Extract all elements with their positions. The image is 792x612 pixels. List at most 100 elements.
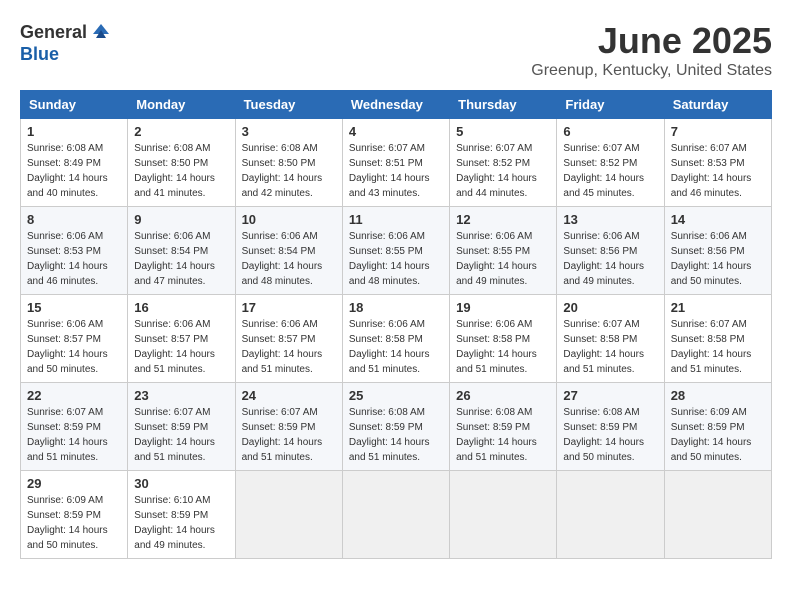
calendar-cell: 13Sunrise: 6:06 AMSunset: 8:56 PMDayligh…	[557, 207, 664, 295]
day-info: Sunrise: 6:06 AMSunset: 8:57 PMDaylight:…	[27, 317, 121, 377]
day-info: Sunrise: 6:06 AMSunset: 8:54 PMDaylight:…	[134, 229, 228, 289]
calendar-cell: 26 Sunrise: 6:08 AMSunset: 8:59 PMDayligh…	[450, 383, 557, 471]
day-info: Sunrise: 6:08 AMSunset: 8:50 PMDaylight:…	[134, 141, 228, 201]
day-info: Sunrise: 6:08 AMSunset: 8:50 PMDaylight:…	[242, 141, 336, 201]
day-number: 5	[456, 124, 550, 139]
day-number: 18	[349, 300, 443, 315]
week-row-5: 29 Sunrise: 6:09 AMSunset: 8:59 PMDayligh…	[21, 471, 772, 559]
day-number: 15	[27, 300, 121, 315]
day-info: Sunrise: 6:08 AMSunset: 8:49 PMDaylight:…	[27, 141, 121, 201]
day-number: 2	[134, 124, 228, 139]
calendar-cell: 24 Sunrise: 6:07 AMSunset: 8:59 PMDayligh…	[235, 383, 342, 471]
day-number: 24	[242, 388, 336, 403]
day-number: 12	[456, 212, 550, 227]
day-info: Sunrise: 6:10 AMSunset: 8:59 PMDaylight:…	[134, 493, 228, 553]
logo-blue: Blue	[20, 44, 59, 65]
month-title: June 2025	[531, 20, 772, 62]
day-number: 16	[134, 300, 228, 315]
location-title: Greenup, Kentucky, United States	[531, 62, 772, 80]
day-number: 11	[349, 212, 443, 227]
day-info: Sunrise: 6:08 AMSunset: 8:59 PMDaylight:…	[456, 405, 550, 465]
day-number: 28	[671, 388, 765, 403]
day-info: Sunrise: 6:06 AMSunset: 8:57 PMDaylight:…	[242, 317, 336, 377]
page-header: General Blue June 2025 Greenup, Kentucky…	[20, 20, 772, 80]
day-number: 6	[563, 124, 657, 139]
week-row-1: 1 Sunrise: 6:08 AMSunset: 8:49 PMDaylight…	[21, 119, 772, 207]
day-number: 14	[671, 212, 765, 227]
weekday-header-wednesday: Wednesday	[342, 91, 449, 119]
day-info: Sunrise: 6:06 AMSunset: 8:56 PMDaylight:…	[671, 229, 765, 289]
day-info: Sunrise: 6:08 AMSunset: 8:59 PMDaylight:…	[563, 405, 657, 465]
calendar-cell	[450, 471, 557, 559]
day-number: 25	[349, 388, 443, 403]
day-number: 7	[671, 124, 765, 139]
calendar-cell: 17 Sunrise: 6:06 AMSunset: 8:57 PMDayligh…	[235, 295, 342, 383]
day-number: 9	[134, 212, 228, 227]
calendar-cell: 12 Sunrise: 6:06 AMSunset: 8:55 PMDayligh…	[450, 207, 557, 295]
day-number: 27	[563, 388, 657, 403]
day-info: Sunrise: 6:06 AMSunset: 8:55 PMDaylight:…	[456, 229, 550, 289]
day-number: 26	[456, 388, 550, 403]
title-area: June 2025 Greenup, Kentucky, United Stat…	[531, 20, 772, 80]
calendar-cell: 6 Sunrise: 6:07 AMSunset: 8:52 PMDaylight…	[557, 119, 664, 207]
weekday-header-sunday: Sunday	[21, 91, 128, 119]
logo-icon	[89, 20, 113, 44]
week-row-2: 8 Sunrise: 6:06 AMSunset: 8:53 PMDaylight…	[21, 207, 772, 295]
weekday-header-tuesday: Tuesday	[235, 91, 342, 119]
day-number: 4	[349, 124, 443, 139]
day-number: 17	[242, 300, 336, 315]
day-number: 22	[27, 388, 121, 403]
day-info: Sunrise: 6:07 AMSunset: 8:52 PMDaylight:…	[563, 141, 657, 201]
calendar-cell	[235, 471, 342, 559]
day-number: 20	[563, 300, 657, 315]
calendar-cell: 11 Sunrise: 6:06 AMSunset: 8:55 PMDayligh…	[342, 207, 449, 295]
calendar-cell: 21 Sunrise: 6:07 AMSunset: 8:58 PMDayligh…	[664, 295, 771, 383]
day-number: 1	[27, 124, 121, 139]
calendar-cell: 19 Sunrise: 6:06 AMSunset: 8:58 PMDayligh…	[450, 295, 557, 383]
day-info: Sunrise: 6:07 AMSunset: 8:52 PMDaylight:…	[456, 141, 550, 201]
day-number: 10	[242, 212, 336, 227]
day-number: 13	[563, 212, 657, 227]
weekday-header-thursday: Thursday	[450, 91, 557, 119]
day-number: 8	[27, 212, 121, 227]
day-number: 3	[242, 124, 336, 139]
day-info: Sunrise: 6:07 AMSunset: 8:58 PMDaylight:…	[563, 317, 657, 377]
day-number: 21	[671, 300, 765, 315]
week-row-4: 22 Sunrise: 6:07 AMSunset: 8:59 PMDayligh…	[21, 383, 772, 471]
calendar-cell: 30Sunrise: 6:10 AMSunset: 8:59 PMDayligh…	[128, 471, 235, 559]
calendar-cell	[342, 471, 449, 559]
day-info: Sunrise: 6:09 AMSunset: 8:59 PMDaylight:…	[27, 493, 121, 553]
weekday-header-monday: Monday	[128, 91, 235, 119]
calendar-cell: 22 Sunrise: 6:07 AMSunset: 8:59 PMDayligh…	[21, 383, 128, 471]
day-info: Sunrise: 6:07 AMSunset: 8:51 PMDaylight:…	[349, 141, 443, 201]
week-row-3: 15 Sunrise: 6:06 AMSunset: 8:57 PMDayligh…	[21, 295, 772, 383]
day-info: Sunrise: 6:07 AMSunset: 8:53 PMDaylight:…	[671, 141, 765, 201]
calendar-cell: 25 Sunrise: 6:08 AMSunset: 8:59 PMDayligh…	[342, 383, 449, 471]
calendar-cell: 9 Sunrise: 6:06 AMSunset: 8:54 PMDaylight…	[128, 207, 235, 295]
weekday-header-friday: Friday	[557, 91, 664, 119]
calendar-cell	[664, 471, 771, 559]
weekday-header-row: SundayMondayTuesdayWednesdayThursdayFrid…	[21, 91, 772, 119]
calendar-cell: 14 Sunrise: 6:06 AMSunset: 8:56 PMDayligh…	[664, 207, 771, 295]
calendar-cell: 18Sunrise: 6:06 AMSunset: 8:58 PMDayligh…	[342, 295, 449, 383]
day-info: Sunrise: 6:06 AMSunset: 8:53 PMDaylight:…	[27, 229, 121, 289]
day-number: 23	[134, 388, 228, 403]
calendar-cell: 8 Sunrise: 6:06 AMSunset: 8:53 PMDaylight…	[21, 207, 128, 295]
calendar-cell: 1 Sunrise: 6:08 AMSunset: 8:49 PMDaylight…	[21, 119, 128, 207]
day-info: Sunrise: 6:08 AMSunset: 8:59 PMDaylight:…	[349, 405, 443, 465]
calendar-cell: 3 Sunrise: 6:08 AMSunset: 8:50 PMDaylight…	[235, 119, 342, 207]
day-info: Sunrise: 6:06 AMSunset: 8:58 PMDaylight:…	[456, 317, 550, 377]
calendar-cell: 16 Sunrise: 6:06 AMSunset: 8:57 PMDayligh…	[128, 295, 235, 383]
day-info: Sunrise: 6:07 AMSunset: 8:59 PMDaylight:…	[27, 405, 121, 465]
day-info: Sunrise: 6:06 AMSunset: 8:54 PMDaylight:…	[242, 229, 336, 289]
calendar-cell: 2 Sunrise: 6:08 AMSunset: 8:50 PMDaylight…	[128, 119, 235, 207]
logo-general: General	[20, 22, 87, 43]
day-info: Sunrise: 6:07 AMSunset: 8:59 PMDaylight:…	[242, 405, 336, 465]
day-info: Sunrise: 6:07 AMSunset: 8:58 PMDaylight:…	[671, 317, 765, 377]
day-info: Sunrise: 6:06 AMSunset: 8:57 PMDaylight:…	[134, 317, 228, 377]
day-info: Sunrise: 6:06 AMSunset: 8:55 PMDaylight:…	[349, 229, 443, 289]
day-number: 19	[456, 300, 550, 315]
calendar-cell: 10 Sunrise: 6:06 AMSunset: 8:54 PMDayligh…	[235, 207, 342, 295]
calendar-cell: 4 Sunrise: 6:07 AMSunset: 8:51 PMDaylight…	[342, 119, 449, 207]
day-number: 29	[27, 476, 121, 491]
